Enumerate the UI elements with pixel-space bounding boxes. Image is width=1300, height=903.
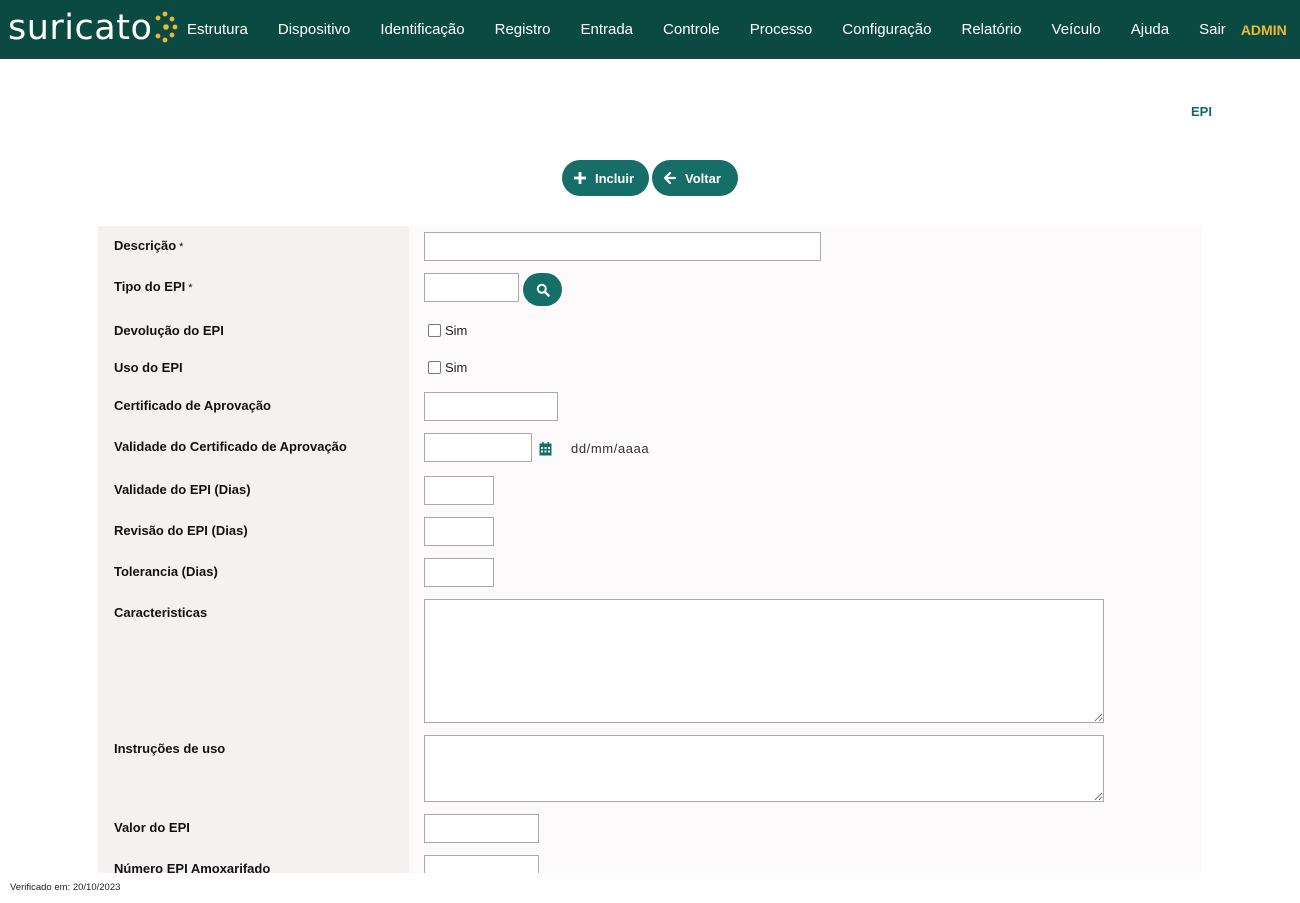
incluir-button[interactable]: Incluir: [562, 160, 649, 196]
certificado-input[interactable]: [424, 392, 558, 421]
logo[interactable]: suricato: [8, 6, 178, 50]
tipo-epi-label-text: Tipo do EPI: [114, 279, 186, 294]
revisao-epi-input[interactable]: [424, 517, 494, 546]
logo-text: suricato: [8, 7, 153, 48]
revisao-epi-label: Revisão do EPI (Dias): [114, 523, 248, 538]
uso-option-label: Sim: [445, 360, 468, 375]
validade-epi-input[interactable]: [424, 476, 494, 505]
top-navbar: suricato Estrutura Dispositivo Identific…: [0, 0, 1300, 59]
instrucoes-textarea[interactable]: [424, 735, 1104, 802]
numero-almoxarifado-label: Número EPI Amoxarifado: [114, 861, 271, 873]
required-mark: *: [179, 241, 184, 253]
devolucao-label: Devolução do EPI: [114, 323, 224, 338]
nav-veiculo[interactable]: Veículo: [1037, 21, 1116, 38]
uso-label: Uso do EPI: [114, 360, 183, 375]
valor-epi-input[interactable]: [424, 814, 539, 843]
voltar-button[interactable]: Voltar: [652, 160, 738, 196]
devolucao-option-label: Sim: [445, 323, 468, 338]
caracteristicas-textarea[interactable]: [424, 599, 1104, 723]
required-mark: *: [188, 282, 193, 294]
nav-user-admin[interactable]: ADMIN: [1241, 22, 1287, 38]
validade-certificado-input[interactable]: [424, 433, 532, 462]
uso-checkbox[interactable]: [428, 361, 441, 374]
instrucoes-label: Instruções de uso: [114, 741, 226, 756]
tipo-epi-label: Tipo do EPI *: [114, 279, 193, 294]
nav-processo[interactable]: Processo: [735, 21, 828, 38]
arrow-left-icon: [664, 172, 676, 184]
validade-epi-label: Validade do EPI (Dias): [114, 482, 251, 497]
main-menu: Estrutura Dispositivo Identificação Regi…: [172, 0, 1287, 59]
tolerancia-label: Tolerancia (Dias): [114, 564, 218, 579]
date-format-hint: dd/mm/aaaa: [571, 441, 650, 456]
certificado-label: Certificado de Aprovação: [114, 398, 272, 413]
devolucao-checkbox[interactable]: [428, 324, 441, 337]
tipo-epi-input[interactable]: [424, 273, 519, 302]
descricao-label-text: Descrição: [114, 238, 177, 253]
nav-identificacao[interactable]: Identificação: [365, 21, 479, 38]
uso-checkbox-wrap: Sim: [428, 360, 467, 375]
calendar-icon[interactable]: [539, 442, 552, 456]
nav-ajuda[interactable]: Ajuda: [1116, 21, 1184, 38]
verified-date-footer: Verificado em: 20/10/2023: [10, 882, 121, 893]
nav-sair[interactable]: Sair: [1184, 21, 1241, 38]
nav-entrada[interactable]: Entrada: [565, 21, 648, 38]
nav-registro[interactable]: Registro: [480, 21, 566, 38]
nav-relatorio[interactable]: Relatório: [947, 21, 1037, 38]
nav-estrutura[interactable]: Estrutura: [172, 21, 263, 38]
caracteristicas-label: Caracteristicas: [114, 605, 208, 620]
validade-certificado-label: Validade do Certificado de Aprovação: [114, 439, 347, 454]
numero-almoxarifado-input[interactable]: [424, 855, 539, 873]
voltar-label: Voltar: [685, 170, 721, 186]
page-title: EPI: [1191, 104, 1212, 119]
nav-controle[interactable]: Controle: [648, 21, 735, 38]
plus-icon: [574, 172, 586, 184]
nav-dispositivo[interactable]: Dispositivo: [263, 21, 366, 38]
descricao-label: Descrição *: [114, 238, 183, 253]
incluir-label: Incluir: [595, 170, 635, 186]
action-bar: Incluir Voltar: [562, 160, 738, 196]
valor-epi-label: Valor do EPI: [114, 820, 190, 835]
tolerancia-input[interactable]: [424, 558, 494, 587]
devolucao-checkbox-wrap: Sim: [428, 323, 467, 338]
epi-form: Descrição * Tipo do EPI * Devolução do EPI…: [98, 226, 1202, 873]
descricao-input[interactable]: [424, 232, 821, 261]
tipo-epi-search-button[interactable]: [523, 273, 562, 306]
nav-configuracao[interactable]: Configuração: [827, 21, 946, 38]
search-icon: [536, 283, 550, 297]
